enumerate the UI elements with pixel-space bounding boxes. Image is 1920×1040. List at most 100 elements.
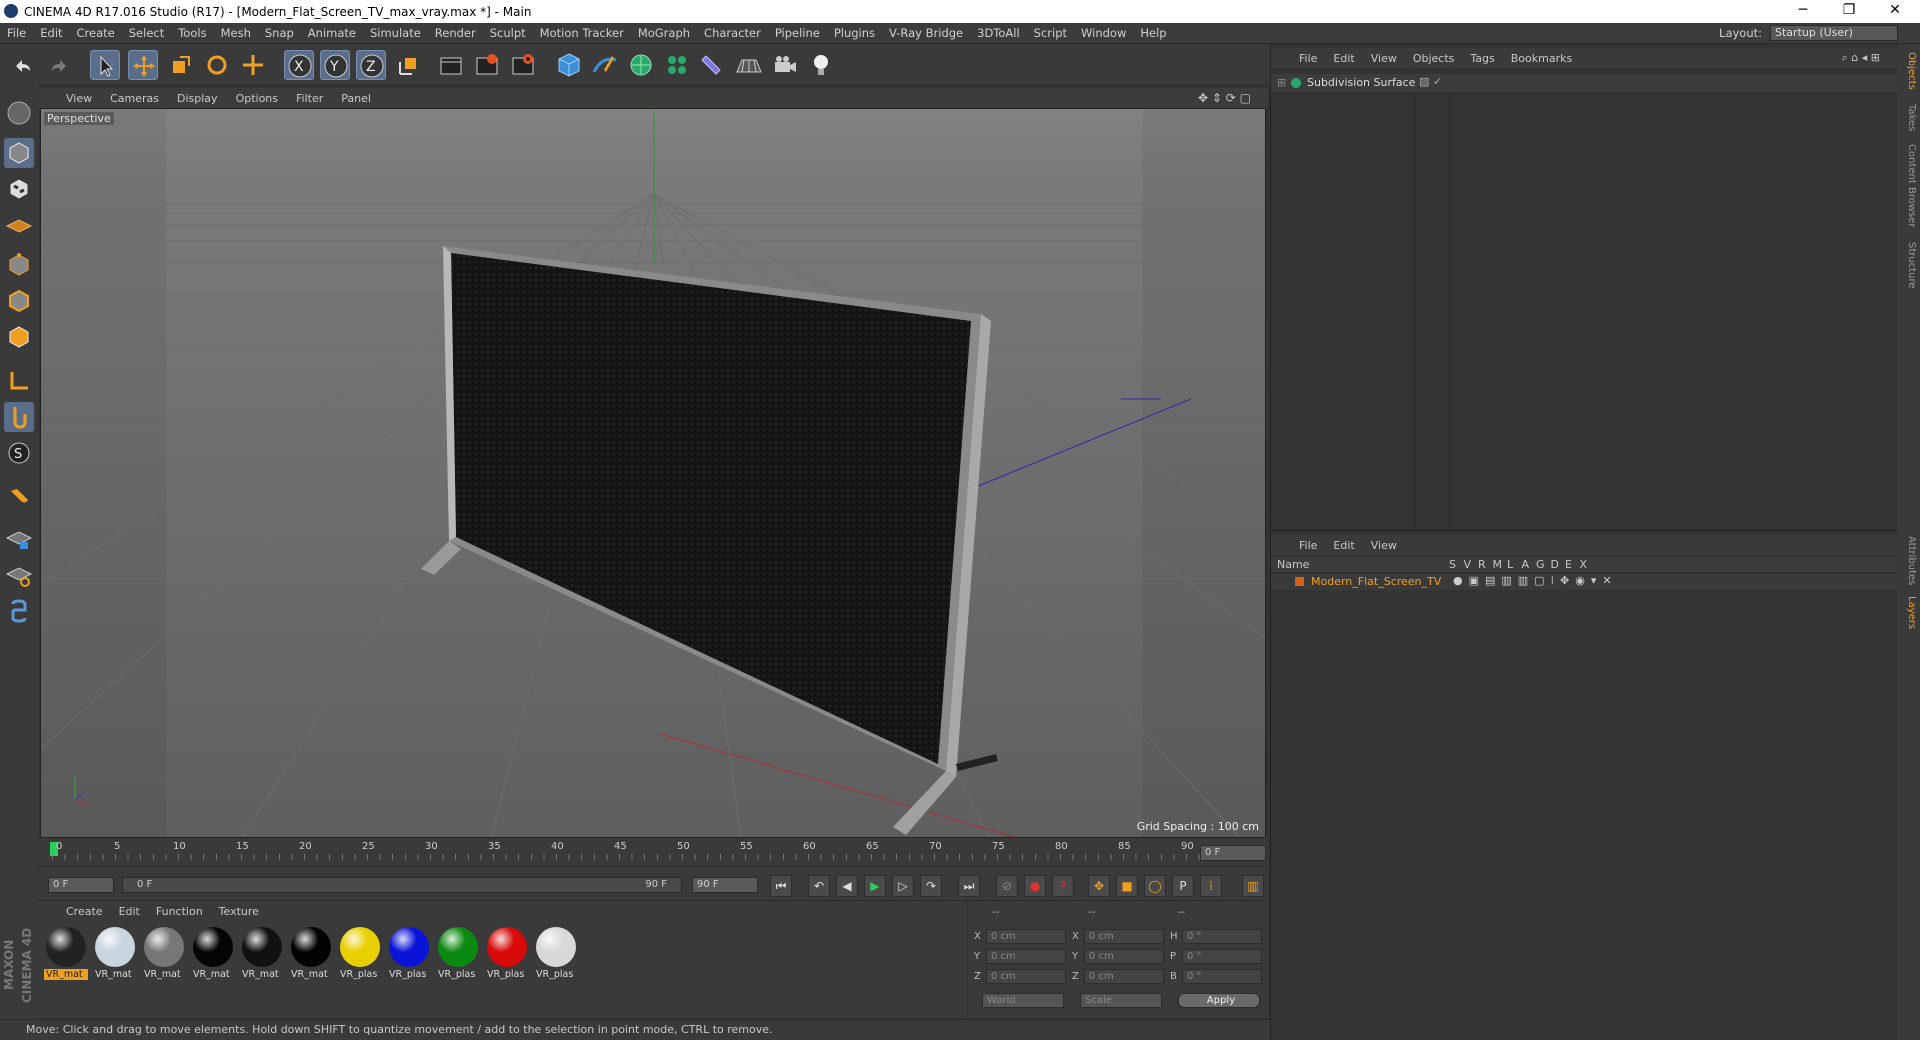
menu-snap[interactable]: Snap [258,26,301,40]
mat-menu-texture[interactable]: Texture [211,905,267,918]
prev-frame-button[interactable]: ◀ [836,875,858,897]
select-icon[interactable] [90,50,120,80]
rotate-icon[interactable] [202,50,232,80]
menu-animate[interactable]: Animate [301,26,363,40]
mat-menu-create[interactable]: Create [58,905,111,918]
vp-menu-display[interactable]: Display [168,92,227,105]
menu-script[interactable]: Script [1027,26,1074,40]
current-frame-field[interactable]: 0 F [1200,845,1266,861]
minimize-button[interactable]: ─ [1780,0,1826,23]
material-swatch[interactable]: VR_plas [485,927,529,985]
next-frame-button[interactable]: ▷ [892,875,914,897]
vp-menu-options[interactable]: Options [227,92,287,105]
menu-3dtoall[interactable]: 3DToAll [970,26,1027,40]
menu-render[interactable]: Render [428,26,483,40]
timeline-ruler[interactable]: 0 5 10 15 20 25 30 35 40 45 50 55 60 65 … [38,838,1268,866]
coord-pos-y-field[interactable]: 0 cm [986,949,1066,964]
coord-rot-h-field[interactable]: 0 ° [1182,929,1262,944]
material-swatch[interactable]: VR_plas [534,927,578,985]
tweak-mode-icon[interactable] [4,402,34,432]
z-axis-icon[interactable]: Z [356,50,386,80]
menu-sculpt[interactable]: Sculpt [483,26,533,40]
render-view-icon[interactable] [436,50,466,80]
edges-mode-icon[interactable] [4,286,34,316]
material-swatch[interactable]: VR_mat [44,927,88,985]
next-key-button[interactable]: ↷ [920,875,942,897]
start-frame-field[interactable]: 0 F [48,877,114,893]
x-axis-icon[interactable]: X [284,50,314,80]
coord-size-x-field[interactable]: 0 cm [1084,929,1164,944]
material-swatch[interactable]: VR_mat [191,927,235,985]
menu-vray-bridge[interactable]: V-Ray Bridge [882,26,970,40]
maximize-button[interactable]: ❐ [1826,0,1872,23]
object-visibility-icon[interactable]: ▨ ✓ [1419,75,1442,88]
material-swatch[interactable]: VR_plas [387,927,431,985]
y-axis-icon[interactable]: Y [320,50,350,80]
key-param-button[interactable]: P [1172,875,1194,897]
expand-icon[interactable]: ⊞ [1277,76,1286,89]
coord-rot-p-field[interactable]: 0 ° [1182,949,1262,964]
layer-menu-view[interactable]: View [1363,539,1405,552]
obj-menu-view[interactable]: View [1363,52,1405,65]
deformer-icon[interactable] [698,50,728,80]
layer-column-header[interactable]: L [1507,558,1513,571]
render-picture-viewer-icon[interactable] [472,50,502,80]
menu-mesh[interactable]: Mesh [214,26,258,40]
tab-takes[interactable]: Takes [1901,104,1917,131]
menu-mograph[interactable]: MoGraph [631,26,697,40]
layer-column-header[interactable]: A [1522,558,1530,571]
texture-mode-icon[interactable] [4,174,34,204]
layer-row[interactable]: Modern_Flat_Screen_TV ●▣▤▥▥▢⁞✥◉▾✕ [1271,574,1899,590]
key-scale-button[interactable]: ■ [1116,875,1138,897]
coord-system-icon[interactable] [394,50,424,80]
snap-icon[interactable]: S [4,438,34,468]
mat-menu-edit[interactable]: Edit [111,905,148,918]
layer-column-header[interactable]: D [1551,558,1559,571]
obj-menu-edit[interactable]: Edit [1325,52,1362,65]
layer-column-header[interactable]: M [1493,558,1503,571]
key-position-button[interactable]: ✥ [1088,875,1110,897]
perspective-viewport[interactable]: Perspective Grid Spacing : 100 cm [40,108,1266,838]
planar-workplane-icon[interactable] [4,560,34,590]
magnet-icon[interactable] [4,482,34,512]
layer-column-header[interactable]: G [1536,558,1545,571]
menu-simulate[interactable]: Simulate [363,26,428,40]
material-swatch[interactable]: VR_mat [240,927,284,985]
key-rotation-button[interactable]: ◯ [1144,875,1166,897]
python-icon[interactable] [4,596,34,626]
apply-button[interactable]: Apply [1178,993,1260,1008]
vp-menu-view[interactable]: View [38,92,101,105]
menu-plugins[interactable]: Plugins [827,26,882,40]
layer-column-header[interactable]: R [1478,558,1486,571]
layer-column-header[interactable]: E [1565,558,1572,571]
pen-icon[interactable] [590,50,620,80]
cube-icon[interactable] [554,50,584,80]
menu-pipeline[interactable]: Pipeline [768,26,827,40]
coord-pos-z-field[interactable]: 0 cm [986,969,1066,984]
layer-column-header[interactable]: V [1464,558,1472,571]
layer-menu-edit[interactable]: Edit [1325,539,1362,552]
search-icon[interactable]: ⌕ ⌂ ◂ ⊞ [1834,51,1888,65]
layer-flag-icons[interactable]: ●▣▤▥▥▢⁞✥◉▾✕ [1453,574,1618,587]
play-button[interactable]: ▶ [864,875,886,897]
goto-end-button[interactable]: ⏭ [958,875,980,897]
obj-menu-file[interactable]: File [1291,52,1325,65]
scale-icon[interactable] [166,50,196,80]
make-editable-icon[interactable] [4,98,34,128]
vp-menu-filter[interactable]: Filter [287,92,332,105]
layout-select[interactable]: Startup (User) [1770,25,1898,41]
menu-window[interactable]: Window [1074,26,1133,40]
end-frame-field[interactable]: 90 F [692,877,758,893]
light-icon[interactable] [806,50,836,80]
menu-motion-tracker[interactable]: Motion Tracker [533,26,631,40]
axis-mode-icon[interactable] [4,366,34,396]
menu-character[interactable]: Character [697,26,768,40]
polygons-mode-icon[interactable] [4,322,34,352]
frame-range-slider[interactable]: 0 F 90 F [122,877,682,893]
subdivision-icon[interactable] [626,50,656,80]
obj-menu-tags[interactable]: Tags [1462,52,1502,65]
vp-menu-panel[interactable]: Panel [332,92,380,105]
vp-menu-cameras[interactable]: Cameras [101,92,168,105]
layer-menu-file[interactable]: File [1291,539,1325,552]
edit-render-settings-icon[interactable] [508,50,538,80]
